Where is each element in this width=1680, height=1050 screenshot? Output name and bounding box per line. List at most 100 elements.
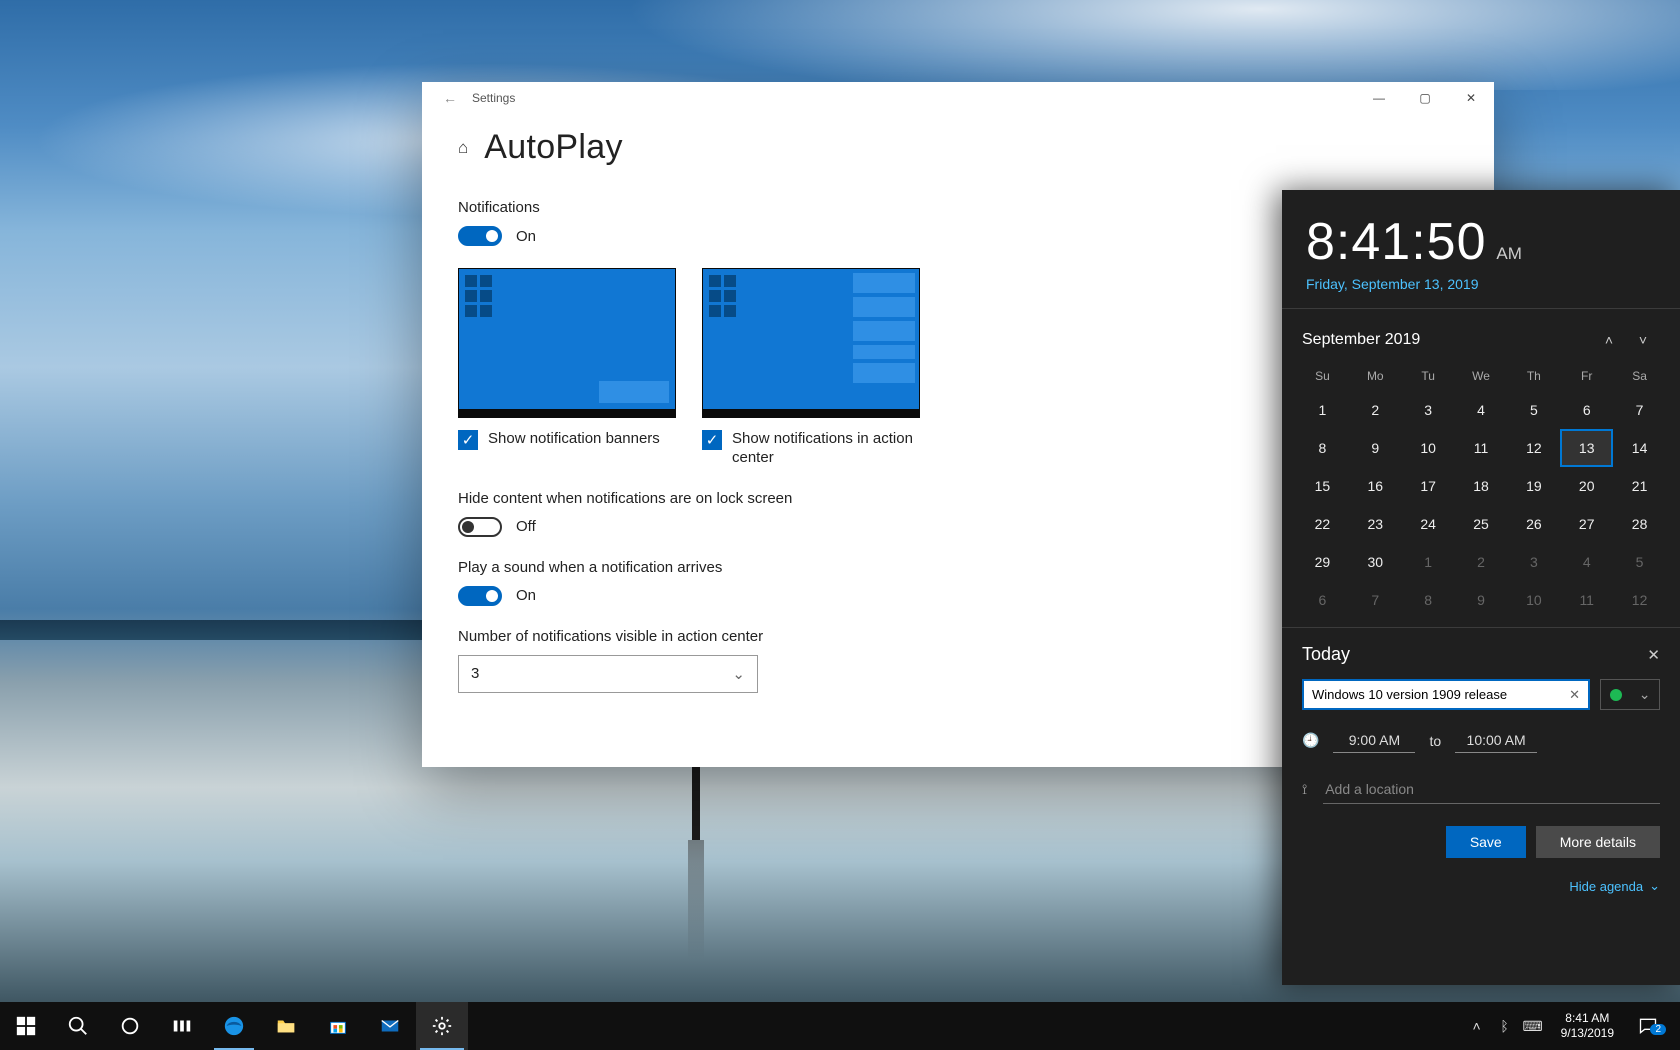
- taskbar-icon-file-explorer[interactable]: [260, 1002, 312, 1050]
- calendar-day[interactable]: 20: [1560, 467, 1613, 505]
- calendar-day[interactable]: 4: [1560, 543, 1613, 581]
- calendar-day[interactable]: 1: [1402, 543, 1455, 581]
- taskbar-icon-store[interactable]: [312, 1002, 364, 1050]
- task-view-button[interactable]: [156, 1002, 208, 1050]
- hide-content-toggle[interactable]: [458, 517, 502, 537]
- calendar-day[interactable]: 7: [1613, 391, 1666, 429]
- calendar-day[interactable]: 27: [1560, 505, 1613, 543]
- calendar-day[interactable]: 15: [1296, 467, 1349, 505]
- calendar-day[interactable]: 3: [1402, 391, 1455, 429]
- calendar-day[interactable]: 2: [1349, 391, 1402, 429]
- calendar-day[interactable]: 28: [1613, 505, 1666, 543]
- event-title-value: Windows 10 version 1909 release: [1312, 687, 1507, 702]
- more-details-button[interactable]: More details: [1536, 826, 1660, 858]
- calendar-day[interactable]: 22: [1296, 505, 1349, 543]
- num-notif-value: 3: [471, 665, 479, 682]
- calendar-day[interactable]: 9: [1349, 429, 1402, 467]
- cortana-button[interactable]: [104, 1002, 156, 1050]
- time-to-label: to: [1429, 733, 1441, 749]
- tray-overflow-button[interactable]: ˄: [1465, 1002, 1489, 1050]
- calendar-day[interactable]: 29: [1296, 543, 1349, 581]
- close-button[interactable]: ✕: [1448, 82, 1494, 114]
- calendar-day[interactable]: 19: [1507, 467, 1560, 505]
- agenda-close-button[interactable]: ✕: [1647, 646, 1660, 664]
- calendar-day[interactable]: 5: [1613, 543, 1666, 581]
- hide-content-toggle-label: Off: [516, 518, 536, 535]
- calendar-grid: SuMoTuWeThFrSa 1234567891011121314151617…: [1282, 361, 1680, 627]
- bluetooth-icon[interactable]: ᛒ: [1493, 1002, 1517, 1050]
- calendar-day[interactable]: 8: [1402, 581, 1455, 619]
- num-notif-dropdown[interactable]: 3 ⌄: [458, 655, 758, 693]
- calendar-day[interactable]: 12: [1507, 429, 1560, 467]
- flyout-month-label[interactable]: September 2019: [1302, 331, 1592, 349]
- calendar-day[interactable]: 21: [1613, 467, 1666, 505]
- prev-month-button[interactable]: ˄: [1592, 325, 1626, 355]
- calendar-day[interactable]: 12: [1613, 581, 1666, 619]
- taskbar-icon-settings[interactable]: [416, 1002, 468, 1050]
- search-button[interactable]: [52, 1002, 104, 1050]
- system-tray: ˄ ᛒ ⌨: [1459, 1002, 1551, 1050]
- notifications-heading: Notifications: [458, 199, 1142, 216]
- calendar-dow: Sa: [1613, 361, 1666, 391]
- start-button[interactable]: [0, 1002, 52, 1050]
- calendar-day[interactable]: 14: [1613, 429, 1666, 467]
- hide-agenda-button[interactable]: Hide agenda ⌄: [1302, 878, 1660, 894]
- calendar-day[interactable]: 10: [1507, 581, 1560, 619]
- calendar-day[interactable]: 17: [1402, 467, 1455, 505]
- next-month-button[interactable]: ˅: [1626, 325, 1660, 355]
- clear-event-title-button[interactable]: ✕: [1569, 687, 1580, 703]
- calendar-day[interactable]: 2: [1455, 543, 1508, 581]
- save-button[interactable]: Save: [1446, 826, 1526, 858]
- show-banners-checkbox[interactable]: ✓: [458, 430, 478, 450]
- calendar-flyout: 8:41:50 AM Friday, September 13, 2019 Se…: [1282, 190, 1680, 985]
- calendar-day[interactable]: 18: [1455, 467, 1508, 505]
- calendar-day[interactable]: 6: [1296, 581, 1349, 619]
- calendar-day[interactable]: 4: [1455, 391, 1508, 429]
- calendar-dow: Th: [1507, 361, 1560, 391]
- time-end-field[interactable]: 10:00 AM: [1455, 728, 1537, 753]
- notifications-toggle[interactable]: [458, 226, 502, 246]
- calendar-day[interactable]: 1: [1296, 391, 1349, 429]
- calendar-day[interactable]: 13: [1560, 429, 1613, 467]
- show-actioncenter-checkbox[interactable]: ✓: [702, 430, 722, 450]
- home-icon[interactable]: ⌂: [458, 138, 468, 158]
- calendar-day[interactable]: 23: [1349, 505, 1402, 543]
- time-start-field[interactable]: 9:00 AM: [1333, 728, 1415, 753]
- calendar-day[interactable]: 16: [1349, 467, 1402, 505]
- minimize-button[interactable]: —: [1356, 82, 1402, 114]
- calendar-day[interactable]: 7: [1349, 581, 1402, 619]
- calendar-day[interactable]: 26: [1507, 505, 1560, 543]
- calendar-day[interactable]: 10: [1402, 429, 1455, 467]
- notifications-toggle-label: On: [516, 228, 536, 245]
- calendar-day[interactable]: 5: [1507, 391, 1560, 429]
- titlebar[interactable]: ← Settings — ▢ ✕: [422, 82, 1494, 114]
- calendar-day[interactable]: 6: [1560, 391, 1613, 429]
- taskbar-icon-edge[interactable]: [208, 1002, 260, 1050]
- maximize-button[interactable]: ▢: [1402, 82, 1448, 114]
- calendar-day[interactable]: 11: [1560, 581, 1613, 619]
- play-sound-toggle[interactable]: [458, 586, 502, 606]
- flyout-date[interactable]: Friday, September 13, 2019: [1306, 276, 1656, 292]
- taskbar-clock-date: 9/13/2019: [1561, 1026, 1614, 1041]
- taskbar-clock[interactable]: 8:41 AM 9/13/2019: [1551, 1011, 1624, 1041]
- calendar-day[interactable]: 25: [1455, 505, 1508, 543]
- location-input[interactable]: [1323, 775, 1660, 804]
- input-indicator-icon[interactable]: ⌨: [1521, 1002, 1545, 1050]
- taskbar-clock-time: 8:41 AM: [1561, 1011, 1614, 1026]
- calendar-day[interactable]: 8: [1296, 429, 1349, 467]
- calendar-day[interactable]: 9: [1455, 581, 1508, 619]
- page-title: AutoPlay: [484, 128, 622, 167]
- hide-content-heading: Hide content when notifications are on l…: [458, 490, 1142, 507]
- window-title: Settings: [472, 91, 515, 105]
- action-center-button[interactable]: 2: [1624, 1016, 1672, 1036]
- calendar-picker[interactable]: ⌄: [1600, 679, 1660, 710]
- calendar-day[interactable]: 24: [1402, 505, 1455, 543]
- calendar-day[interactable]: 3: [1507, 543, 1560, 581]
- event-title-input[interactable]: Windows 10 version 1909 release ✕: [1302, 679, 1590, 710]
- taskbar-icon-mail[interactable]: [364, 1002, 416, 1050]
- calendar-day[interactable]: 11: [1455, 429, 1508, 467]
- location-icon: ⟟: [1302, 781, 1307, 798]
- chevron-down-icon: ⌄: [1639, 686, 1651, 703]
- calendar-day[interactable]: 30: [1349, 543, 1402, 581]
- back-button[interactable]: ←: [436, 90, 464, 106]
